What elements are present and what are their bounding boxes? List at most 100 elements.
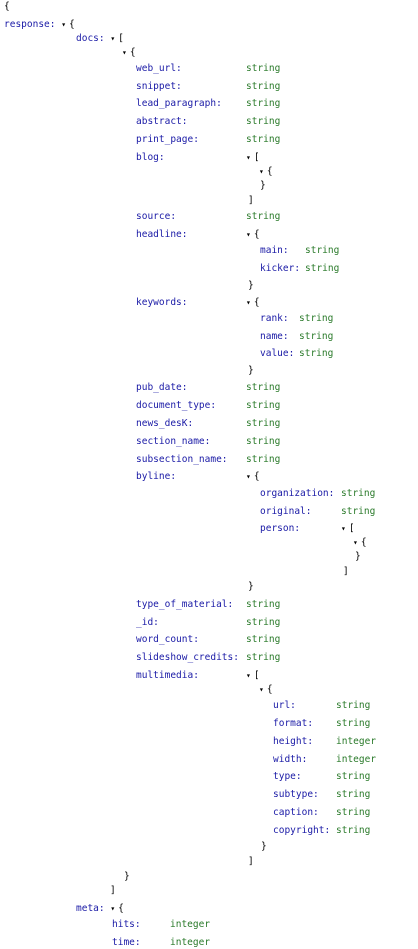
collapse-toggle-icon[interactable]: ▾ [246, 471, 251, 483]
type-value: string [336, 771, 371, 782]
key-type-of-material: type_of_material: [136, 599, 234, 610]
key-url: url: [273, 700, 296, 711]
type-value: string [246, 134, 281, 145]
open-bracket: [ [118, 33, 124, 44]
key-hits: hits: [112, 919, 141, 930]
type-value: string [246, 599, 281, 610]
type-value: string [246, 400, 281, 411]
collapse-toggle-icon[interactable]: ▾ [259, 166, 264, 178]
open-brace: { [253, 297, 260, 308]
open-brace: { [253, 471, 260, 482]
collapse-toggle-icon[interactable]: ▾ [246, 670, 251, 682]
collapse-toggle-icon[interactable]: ▾ [353, 537, 358, 549]
byline-node[interactable]: ▾{ [246, 471, 260, 483]
open-brace: { [360, 537, 367, 548]
key-height: height: [273, 736, 314, 747]
type-value: integer [336, 754, 377, 765]
type-value: string [246, 211, 281, 222]
collapse-toggle-icon[interactable]: ▾ [246, 297, 251, 309]
key-caption: caption: [273, 807, 319, 818]
type-value: string [305, 263, 340, 274]
type-value: string [246, 634, 281, 645]
key-byline: byline: [136, 471, 177, 482]
meta-node[interactable]: meta: ▾{ [76, 903, 124, 915]
type-value: string [336, 789, 371, 800]
key-original: original: [260, 506, 312, 517]
docs-item-node[interactable]: ▾{ [122, 47, 136, 59]
keywords-node[interactable]: ▾{ [246, 297, 260, 309]
key-section-name: section_name: [136, 436, 211, 447]
open-brace: { [118, 903, 124, 914]
close-bracket: ] [248, 856, 254, 867]
collapse-toggle-icon[interactable]: ▾ [61, 19, 66, 31]
key-docs: docs: [76, 33, 105, 44]
collapse-toggle-icon[interactable]: ▾ [341, 523, 346, 535]
key-time: time: [112, 937, 141, 948]
close-brace: } [124, 871, 130, 882]
collapse-toggle-icon[interactable]: ▾ [110, 903, 115, 915]
key-slideshow-credits: slideshow_credits: [136, 652, 239, 663]
key-word-count: word_count: [136, 634, 199, 645]
key-meta: meta: [76, 903, 105, 914]
type-value: string [246, 454, 281, 465]
key-person: person: [260, 523, 301, 534]
close-bracket: ] [110, 885, 116, 896]
type-value: string [246, 81, 281, 92]
key-subsection-name: subsection_name: [136, 454, 228, 465]
key-abstract: abstract: [136, 116, 188, 127]
open-bracket: [ [348, 523, 355, 534]
type-value: string [305, 245, 340, 256]
type-value: string [246, 617, 281, 628]
type-value: string [246, 382, 281, 393]
key-blog: blog: [136, 152, 165, 163]
type-value: integer [336, 736, 377, 747]
person-item-node[interactable]: ▾{ [353, 537, 367, 549]
close-brace: } [248, 280, 254, 291]
open-brace: { [266, 166, 273, 177]
close-brace: } [355, 551, 361, 562]
type-value: string [341, 506, 376, 517]
key-value: value: [260, 348, 295, 359]
key-lead-paragraph: lead_paragraph: [136, 98, 222, 109]
key-web-url: web_url: [136, 63, 182, 74]
open-bracket: [ [253, 152, 260, 163]
type-value: integer [170, 919, 211, 930]
open-brace: { [69, 19, 75, 30]
key-kicker: kicker: [260, 263, 301, 274]
type-value: string [246, 116, 281, 127]
key-pub-date: pub_date: [136, 382, 188, 393]
type-value: string [299, 313, 334, 324]
collapse-toggle-icon[interactable]: ▾ [110, 33, 115, 45]
key-response: response: [4, 19, 56, 30]
collapse-toggle-icon[interactable]: ▾ [259, 684, 264, 696]
key-name: name: [260, 331, 289, 342]
response-node[interactable]: response: ▾{ [4, 19, 75, 31]
blog-item-node[interactable]: ▾{ [259, 166, 273, 178]
collapse-toggle-icon[interactable]: ▾ [246, 229, 251, 241]
blog-node[interactable]: ▾[ [246, 152, 260, 164]
close-bracket: ] [248, 195, 254, 206]
key-width: width: [273, 754, 308, 765]
person-node[interactable]: ▾[ [341, 523, 355, 535]
collapse-toggle-icon[interactable]: ▾ [246, 152, 251, 164]
type-value: string [246, 652, 281, 663]
collapse-toggle-icon[interactable]: ▾ [122, 47, 127, 59]
key-source: source: [136, 211, 177, 222]
key-type: type: [273, 771, 302, 782]
type-value: string [299, 331, 334, 342]
type-value: string [336, 700, 371, 711]
close-brace: } [248, 581, 254, 592]
multimedia-item-node[interactable]: ▾{ [259, 684, 273, 696]
close-brace: } [260, 180, 266, 191]
open-brace: { [253, 229, 260, 240]
multimedia-node[interactable]: ▾[ [246, 670, 260, 682]
type-value: string [299, 348, 334, 359]
type-value: string [336, 807, 371, 818]
close-brace: } [248, 365, 254, 376]
headline-node[interactable]: ▾{ [246, 229, 260, 241]
docs-node[interactable]: docs: ▾[ [76, 33, 124, 45]
open-bracket: [ [253, 670, 260, 681]
type-value: string [341, 488, 376, 499]
type-value: string [336, 825, 371, 836]
key-copyright: copyright: [273, 825, 331, 836]
